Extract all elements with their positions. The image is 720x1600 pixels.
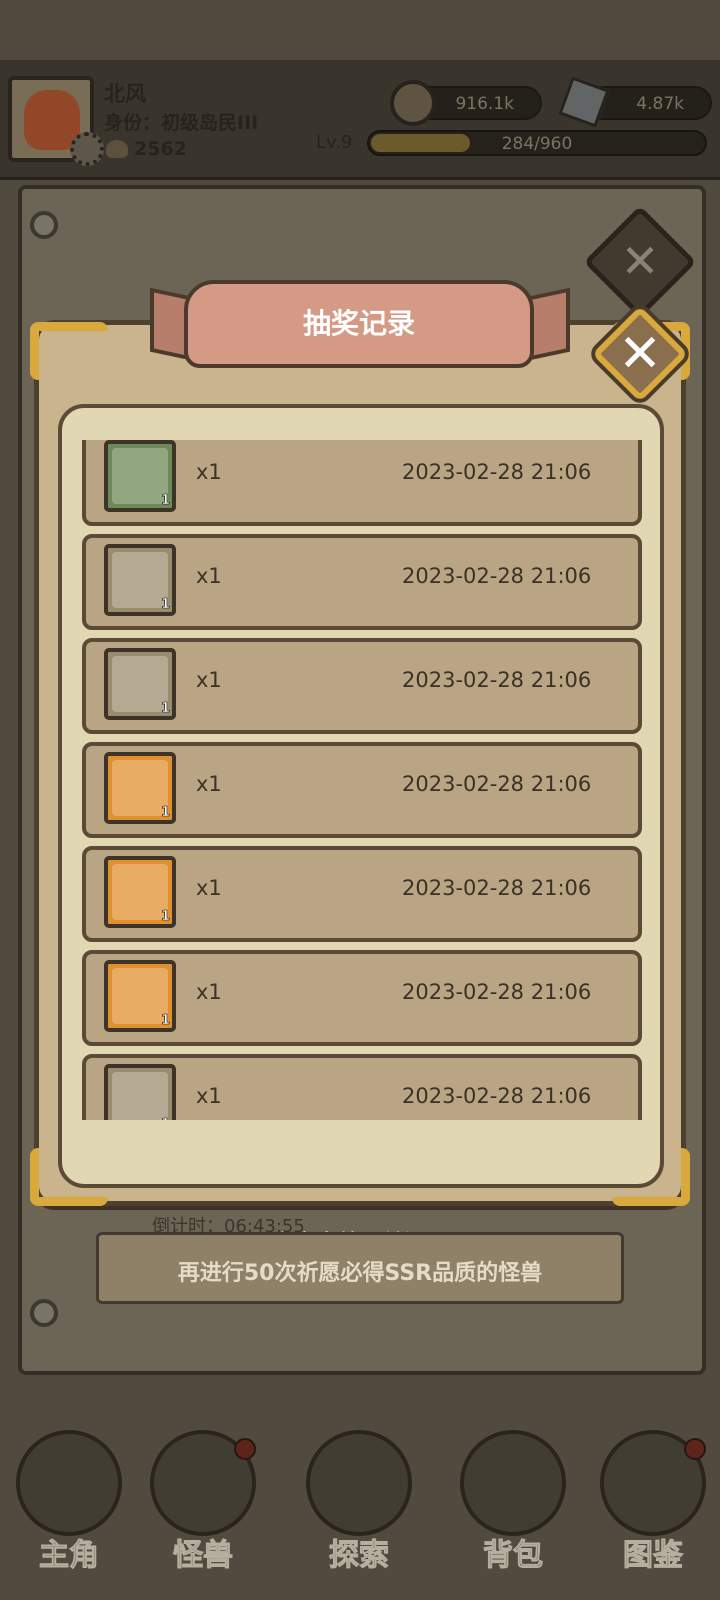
record-time: 2023-02-28 21:06: [402, 876, 592, 900]
monster-portrait: [112, 760, 168, 816]
list-item: 1 x1 2023-02-28 21:06: [82, 742, 642, 838]
stone-golem-monster-icon[interactable]: 1: [104, 440, 176, 512]
record-quantity: x1: [196, 980, 222, 1004]
item-count-badge: 1: [160, 597, 171, 613]
item-count-badge: 1: [160, 1013, 171, 1029]
item-count-badge: 1: [160, 805, 171, 821]
record-time: 2023-02-28 21:06: [402, 564, 592, 588]
close-button[interactable]: ✕: [591, 305, 689, 403]
list-item: 1 x1 2023-02-28 21:06: [82, 534, 642, 630]
list-item: 1 x1 2023-02-28 21:06: [82, 638, 642, 734]
monster-portrait: [112, 656, 168, 712]
item-count-badge: 1: [161, 1117, 171, 1120]
record-time: 2023-02-28 21:06: [402, 668, 592, 692]
draw-record-list[interactable]: 1 x1 2023-02-28 21:06 1 x1 2023-02-28 21:06 1 x…: [82, 440, 642, 1120]
monster-portrait: [112, 968, 168, 1024]
pity-banner: 再进行50次祈愿必得SSR品质的怪兽: [96, 1232, 624, 1304]
countdown-timer: 倒计时：06:43:55: [152, 1216, 305, 1237]
green-hair-girl-monster-icon[interactable]: 1: [104, 752, 176, 824]
item-count-badge: 1: [160, 909, 171, 925]
corner-ornament: [612, 1148, 690, 1206]
list-item: 1 x1 2023-02-28 21:06: [82, 440, 642, 526]
record-time: 2023-02-28 21:06: [402, 772, 592, 796]
blonde-girl-monster-icon[interactable]: 1: [104, 856, 176, 928]
record-quantity: x1: [196, 668, 222, 692]
item-count-badge: 1: [160, 493, 171, 509]
red-skin-girl-monster-icon[interactable]: 1: [104, 960, 176, 1032]
fanged-blob-monster-icon[interactable]: 1: [104, 544, 176, 616]
monster-portrait: [112, 1072, 168, 1120]
list-item: 1 x1 2023-02-28 21:06: [82, 950, 642, 1046]
monster-portrait: [112, 864, 168, 920]
record-time: 2023-02-28 21:06: [402, 1084, 592, 1108]
mimic-chest-monster-icon[interactable]: 1: [104, 648, 176, 720]
record-quantity: x1: [196, 772, 222, 796]
record-quantity: x1: [196, 564, 222, 588]
item-count-badge: 1: [160, 701, 171, 717]
modal-title: 抽奖记录: [302, 307, 415, 340]
record-quantity: x1: [196, 460, 222, 484]
green-plant-monster-icon[interactable]: 1: [104, 1064, 176, 1120]
list-item: 1 x1 2023-02-28 21:06: [82, 846, 642, 942]
close-x-icon: ✕: [618, 324, 662, 384]
pity-text: 再进行50次祈愿必得SSR品质的怪兽: [177, 1261, 543, 1286]
corner-ornament: [30, 1148, 108, 1206]
monster-portrait: [112, 552, 168, 608]
record-time: 2023-02-28 21:06: [402, 980, 592, 1004]
monster-portrait: [112, 448, 168, 504]
record-quantity: x1: [196, 876, 222, 900]
record-time: 2023-02-28 21:06: [402, 460, 592, 484]
corner-ornament: [30, 322, 108, 380]
list-item: 1 x1 2023-02-28 21:06: [82, 1054, 642, 1120]
record-quantity: x1: [196, 1084, 222, 1108]
